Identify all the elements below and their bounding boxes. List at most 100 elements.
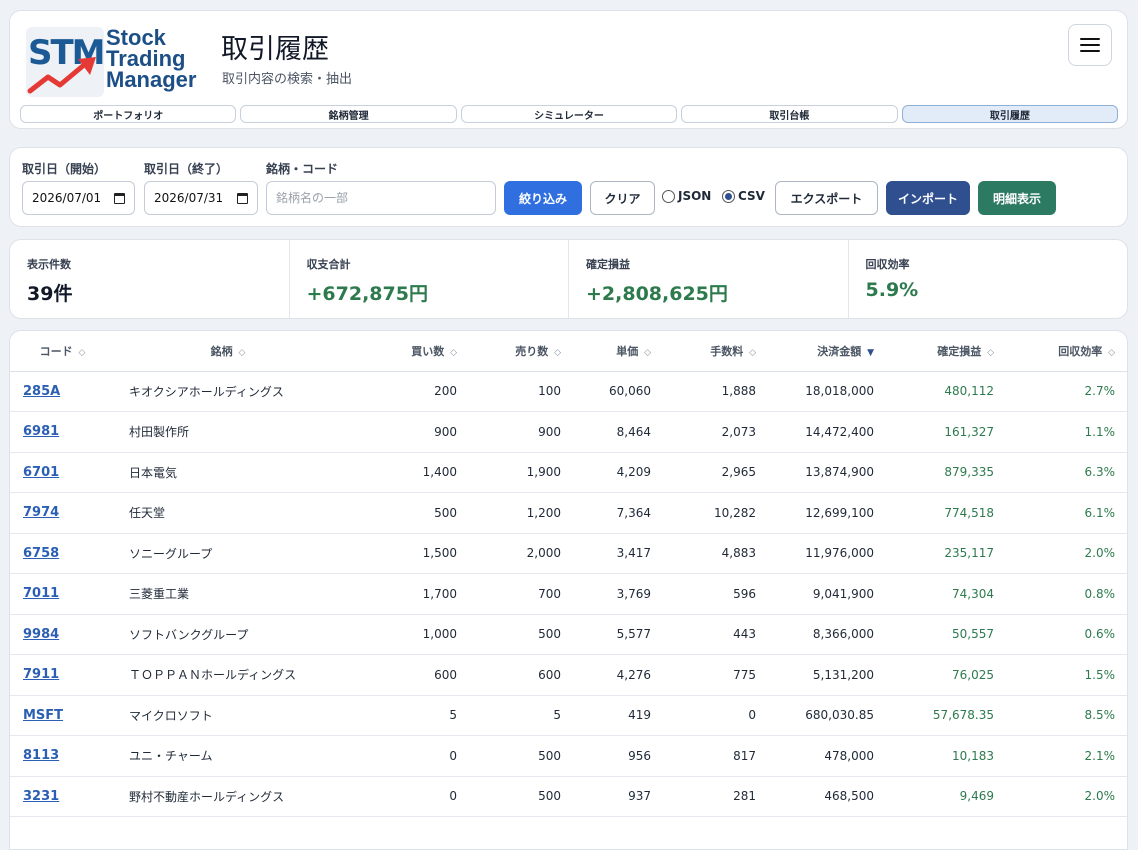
table-row[interactable]: 285A キオクシアホールディングス 200 100 60,060 1,888 18,018… — [10, 371, 1127, 412]
calendar-icon[interactable] — [114, 193, 125, 204]
stat-value: 39件 — [27, 283, 73, 305]
hamburger-icon — [1080, 38, 1100, 52]
logo-line-1: Stock — [106, 25, 166, 50]
format-json-radio[interactable]: JSON — [662, 189, 711, 203]
filter-button[interactable]: 絞り込み — [504, 181, 582, 215]
stock-code-link[interactable]: 7911 — [23, 667, 59, 682]
import-button[interactable]: インポート — [886, 181, 970, 215]
app-header: STM Stock Trading Manager 取引履歴 取引内容の検索・抽… — [9, 10, 1128, 129]
stock-code-link[interactable]: 7974 — [23, 505, 59, 520]
column-header-label: コード — [39, 344, 73, 358]
stock-code-link[interactable]: 8113 — [23, 748, 59, 763]
stock-code-link[interactable]: 285A — [23, 384, 60, 399]
cell-settlement: 14,472,400 — [770, 411, 888, 453]
detail-view-button[interactable]: 明細表示 — [978, 181, 1056, 215]
calendar-icon[interactable] — [237, 193, 248, 204]
cell-price: 3,769 — [575, 573, 665, 615]
cell-name: ユニ・チャーム — [115, 735, 341, 777]
column-header-8[interactable]: 回収効率 ◇ — [1008, 331, 1127, 372]
radio-json[interactable] — [662, 189, 675, 203]
format-csv-radio[interactable]: CSV — [722, 189, 765, 203]
column-header-label: 確定損益 — [937, 344, 982, 358]
cell-efficiency: 2.0% — [1008, 776, 1127, 817]
table-row[interactable]: 6701 日本電気 1,400 1,900 4,209 2,965 13,874,900 87… — [10, 452, 1127, 493]
column-header-6[interactable]: 決済金額 ▼ — [770, 331, 888, 372]
column-header-2[interactable]: 買い数 ◇ — [341, 331, 471, 372]
table-row[interactable]: 9984 ソフトバンクグループ 1,000 500 5,577 443 8,366,000 5… — [10, 614, 1127, 655]
tab-3[interactable]: 取引台帳 — [681, 105, 898, 123]
cell-code: 8113 — [10, 735, 115, 777]
cell-settlement: 680,030.85 — [770, 695, 888, 736]
tab-0[interactable]: ポートフォリオ — [20, 105, 237, 123]
column-header-5[interactable]: 手数料 ◇ — [665, 331, 770, 372]
table-row[interactable]: MSFT マイクロソフト 5 5 419 0 680,030.85 57,678.35 8.5% — [10, 695, 1127, 736]
cell-code: 6701 — [10, 452, 115, 493]
table-row[interactable]: 7911 ＴＯＰＰＡＮホールディングス 600 600 4,276 775 5,131,20… — [10, 654, 1127, 696]
sort-icon: ◇ — [987, 347, 994, 358]
table-row[interactable]: 6758 ソニーグループ 1,500 2,000 3,417 4,883 11,976,00… — [10, 533, 1127, 574]
table-row[interactable]: 7011 三菱重工業 1,700 700 3,769 596 9,041,900 74,304… — [10, 573, 1127, 615]
cell-efficiency: 1.1% — [1008, 411, 1127, 453]
table-body: 285A キオクシアホールディングス 200 100 60,060 1,888 18,018… — [10, 371, 1127, 817]
column-header-1[interactable]: 銘柄 ◇ — [115, 331, 341, 372]
tab-2[interactable]: シミュレーター — [460, 105, 678, 123]
stock-code-link[interactable]: 7011 — [23, 586, 59, 601]
column-header-3[interactable]: 売り数 ◇ — [471, 331, 575, 372]
table-row[interactable]: 7974 任天堂 500 1,200 7,364 10,282 12,699,100 774,… — [10, 492, 1127, 534]
logo-line-2: Trading — [106, 46, 186, 71]
cell-profit: 76,025 — [888, 654, 1008, 696]
clear-button[interactable]: クリア — [590, 181, 655, 215]
start-date-input[interactable]: 2026/07/01 — [22, 181, 135, 215]
cell-profit: 9,469 — [888, 776, 1008, 817]
cell-settlement: 478,000 — [770, 735, 888, 777]
stock-search-input[interactable] — [266, 181, 496, 215]
cell-buy: 600 — [341, 654, 471, 696]
logo-wordmark: Stock Trading Manager — [106, 25, 196, 91]
export-button[interactable]: エクスポート — [775, 181, 878, 215]
stock-code-link[interactable]: 9984 — [23, 627, 59, 642]
stock-code-link[interactable]: 3231 — [23, 789, 59, 804]
end-date-input[interactable]: 2026/07/31 — [144, 181, 258, 215]
stat-card-3: 回収効率 5.9% — [849, 240, 1128, 318]
table-row[interactable]: 3231 野村不動産ホールディングス 0 500 937 281 468,500 9,469 2… — [10, 776, 1127, 817]
cell-name: ソフトバンクグループ — [115, 614, 341, 655]
table-row[interactable]: 8113 ユニ・チャーム 0 500 956 817 478,000 10,183 2.1% — [10, 735, 1127, 777]
tab-4[interactable]: 取引履歴 — [901, 105, 1119, 123]
column-header-7[interactable]: 確定損益 ◇ — [888, 331, 1008, 372]
cell-efficiency: 0.6% — [1008, 614, 1127, 655]
cell-sell: 700 — [471, 573, 575, 615]
cell-profit: 50,557 — [888, 614, 1008, 655]
sort-icon: ◇ — [78, 347, 86, 358]
cell-settlement: 13,874,900 — [770, 452, 888, 493]
cell-buy: 500 — [341, 492, 471, 534]
cell-profit: 161,327 — [888, 411, 1008, 453]
tab-1[interactable]: 銘柄管理 — [240, 105, 457, 123]
cell-code: MSFT — [10, 695, 115, 736]
cell-price: 937 — [575, 776, 665, 817]
menu-button[interactable] — [1068, 24, 1112, 66]
cell-buy: 200 — [341, 371, 471, 412]
cell-name: 三菱重工業 — [115, 573, 341, 615]
stock-code-link[interactable]: 6758 — [23, 546, 59, 561]
stat-label: 確定損益 — [586, 258, 630, 271]
table-row[interactable]: 6981 村田製作所 900 900 8,464 2,073 14,472,400 161,3… — [10, 411, 1127, 453]
cell-efficiency: 1.5% — [1008, 654, 1127, 696]
stock-code-link[interactable]: 6981 — [23, 424, 59, 439]
cell-name: キオクシアホールディングス — [115, 371, 341, 412]
stock-code-link[interactable]: MSFT — [23, 708, 63, 723]
cell-fee: 281 — [665, 776, 770, 817]
stat-label: 表示件数 — [27, 258, 71, 271]
column-header-4[interactable]: 単価 ◇ — [575, 331, 665, 372]
table-header-row: コード ◇ 銘柄 ◇ 買い数 ◇ 売り数 ◇ 単価 ◇ 手数料 ◇ 決済金額 ▼ 確定損益 ◇… — [10, 331, 1127, 372]
cell-code: 6758 — [10, 533, 115, 574]
cell-buy: 1,700 — [341, 573, 471, 615]
stock-code-link[interactable]: 6701 — [23, 465, 59, 480]
cell-sell: 500 — [471, 776, 575, 817]
cell-buy: 0 — [341, 776, 471, 817]
cell-name: ＴＯＰＰＡＮホールディングス — [115, 654, 341, 696]
column-header-label: 手数料 — [710, 344, 744, 358]
format-json-label: JSON — [678, 189, 712, 203]
column-header-0[interactable]: コード ◇ — [10, 331, 115, 372]
format-csv-label: CSV — [738, 189, 765, 203]
radio-csv[interactable] — [722, 189, 735, 203]
